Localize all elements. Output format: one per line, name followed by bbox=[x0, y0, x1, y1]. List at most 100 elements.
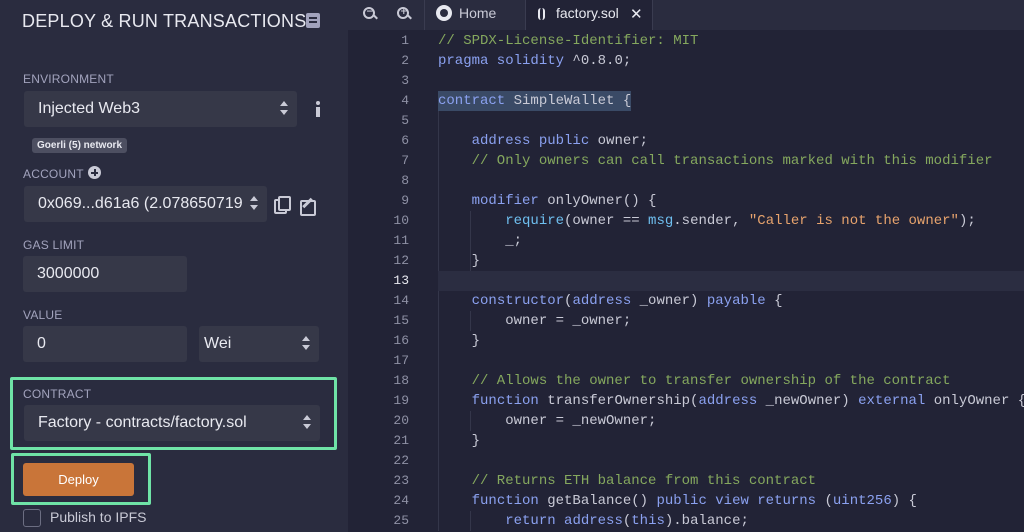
code-text: modifier onlyOwner() { bbox=[471, 193, 657, 209]
panel-title: DEPLOY & RUN TRANSACTIONS bbox=[22, 11, 307, 31]
add-account-icon[interactable] bbox=[88, 166, 101, 179]
value-label: VALUE bbox=[23, 308, 63, 322]
line-number: 21 bbox=[393, 433, 409, 448]
code-line: 18 // Allows the owner to transfer owner… bbox=[348, 371, 1024, 391]
line-number: 2 bbox=[401, 53, 409, 68]
code-line: 6 address public owner; bbox=[348, 131, 1024, 151]
code-text: // Allows the owner to transfer ownershi… bbox=[438, 373, 951, 389]
current-line-highlight bbox=[438, 271, 1024, 291]
code-text: owner = _owner; bbox=[438, 313, 632, 329]
documentation-icon[interactable] bbox=[306, 13, 320, 28]
code-text: contract SimpleWallet { bbox=[438, 91, 632, 111]
line-number: 4 bbox=[401, 93, 409, 108]
line-number: 3 bbox=[401, 73, 409, 88]
gas-limit-input[interactable]: 3000000 bbox=[23, 256, 187, 292]
account-select[interactable]: 0x069...d61a6 (2.078650719 bbox=[24, 186, 267, 222]
code-line: 21 } bbox=[348, 431, 1024, 451]
network-badge: Goerli (5) network bbox=[32, 138, 128, 153]
environment-value: Injected Web3 bbox=[38, 100, 140, 117]
code-line: 20 owner = _newOwner; bbox=[348, 411, 1024, 431]
code-editor[interactable]: 1 // SPDX-License-Identifier: MIT 2 pragma … bbox=[348, 31, 1024, 532]
line-number: 14 bbox=[393, 293, 409, 308]
contract-label: CONTRACT bbox=[23, 387, 92, 401]
select-arrows-icon bbox=[302, 336, 310, 352]
line-number: 20 bbox=[393, 413, 409, 428]
solidity-file-icon bbox=[538, 8, 545, 20]
code-line: 12 } bbox=[348, 251, 1024, 271]
select-arrows-icon bbox=[303, 415, 311, 431]
code-text: // Only owners can call transactions mar… bbox=[438, 153, 993, 169]
line-number: 7 bbox=[401, 153, 409, 168]
line-number: 11 bbox=[393, 233, 409, 248]
zoom-in-icon[interactable]: + bbox=[397, 7, 411, 21]
code-line: 16 } bbox=[348, 331, 1024, 351]
code-line: 22 bbox=[348, 451, 1024, 471]
line-number: 24 bbox=[393, 493, 409, 508]
code-line: 8 bbox=[348, 171, 1024, 191]
unit-select[interactable]: Wei bbox=[199, 326, 319, 362]
code-line: 25 return address(this).balance; bbox=[348, 511, 1024, 531]
code-line: 13 bbox=[348, 271, 1024, 291]
code-text: } bbox=[438, 433, 481, 449]
environment-label: ENVIRONMENT bbox=[23, 72, 114, 86]
line-number: 16 bbox=[393, 333, 409, 348]
line-number: 15 bbox=[393, 313, 409, 328]
tab-separator bbox=[424, 0, 425, 30]
select-arrows-icon bbox=[280, 101, 288, 117]
contract-value: Factory - contracts/factory.sol bbox=[38, 414, 247, 431]
line-number: 1 bbox=[401, 33, 409, 48]
code-line: 9 modifier onlyOwner() { bbox=[348, 191, 1024, 211]
environment-select[interactable]: Injected Web3 bbox=[24, 91, 297, 127]
publish-ipfs-checkbox[interactable] bbox=[23, 509, 41, 527]
line-number: 18 bbox=[393, 373, 409, 388]
editor-area: − + Home factory.sol ✕ 1 // SPDX-License-… bbox=[348, 0, 1024, 532]
unit-value: Wei bbox=[204, 335, 232, 352]
code-line: 1 // SPDX-License-Identifier: MIT bbox=[348, 31, 1024, 51]
code-text: pragma solidity ^0.8.0; bbox=[438, 53, 632, 69]
code-text: return address(this).balance; bbox=[505, 513, 749, 529]
code-line: 5 bbox=[348, 111, 1024, 131]
line-number: 10 bbox=[393, 213, 409, 228]
code-text: function transferOwnership(address _newO… bbox=[471, 393, 1024, 409]
code-line: 3 bbox=[348, 71, 1024, 91]
info-icon[interactable] bbox=[315, 101, 321, 117]
deploy-button[interactable]: Deploy bbox=[23, 463, 134, 496]
line-number: 17 bbox=[393, 353, 409, 368]
line-number: 6 bbox=[401, 133, 409, 148]
tab-home[interactable]: Home bbox=[426, 0, 526, 30]
line-number: 12 bbox=[393, 253, 409, 268]
code-line: 2 pragma solidity ^0.8.0; bbox=[348, 51, 1024, 71]
code-text: _; bbox=[438, 233, 523, 249]
edit-icon[interactable] bbox=[300, 197, 316, 216]
code-text: } bbox=[438, 253, 481, 269]
code-text: require(owner == msg.sender, "Caller is … bbox=[505, 213, 976, 229]
tab-factory-sol[interactable]: factory.sol ✕ bbox=[526, 0, 652, 30]
code-line: 23 // Returns ETH balance from this cont… bbox=[348, 471, 1024, 491]
code-line: 19 function transferOwnership(address _n… bbox=[348, 391, 1024, 411]
editor-tab-bar: − + Home factory.sol ✕ bbox=[348, 0, 1024, 30]
zoom-out-icon[interactable]: − bbox=[363, 7, 377, 21]
code-line: 17 bbox=[348, 351, 1024, 371]
code-line: 14 constructor(address _owner) payable { bbox=[348, 291, 1024, 311]
code-text: // Returns ETH balance from this contrac… bbox=[438, 473, 817, 489]
gas-limit-label: GAS LIMIT bbox=[23, 238, 85, 252]
code-line: 4 contract SimpleWallet { bbox=[348, 91, 1024, 111]
code-text: owner = _newOwner; bbox=[438, 413, 657, 429]
code-line: 10 require(owner == msg.sender, "Caller … bbox=[348, 211, 1024, 231]
deploy-run-panel: DEPLOY & RUN TRANSACTIONS ENVIRONMENT In… bbox=[0, 0, 348, 532]
tab-separator bbox=[652, 0, 653, 30]
contract-select[interactable]: Factory - contracts/factory.sol bbox=[24, 405, 320, 441]
tab-home-label: Home bbox=[459, 5, 497, 21]
account-value: 0x069...d61a6 (2.078650719 bbox=[38, 195, 243, 212]
code-line: 24 function getBalance() public view ret… bbox=[348, 491, 1024, 511]
code-text: function getBalance() public view return… bbox=[471, 493, 917, 509]
line-number: 23 bbox=[393, 473, 409, 488]
value-input[interactable]: 0 bbox=[23, 326, 187, 362]
line-number: 9 bbox=[401, 193, 409, 208]
code-text: address public owner; bbox=[471, 133, 649, 149]
line-number: 25 bbox=[393, 513, 409, 528]
close-tab-icon[interactable]: ✕ bbox=[630, 5, 643, 23]
line-number: 19 bbox=[393, 393, 409, 408]
line-number: 8 bbox=[401, 173, 409, 188]
copy-icon[interactable] bbox=[274, 196, 291, 214]
